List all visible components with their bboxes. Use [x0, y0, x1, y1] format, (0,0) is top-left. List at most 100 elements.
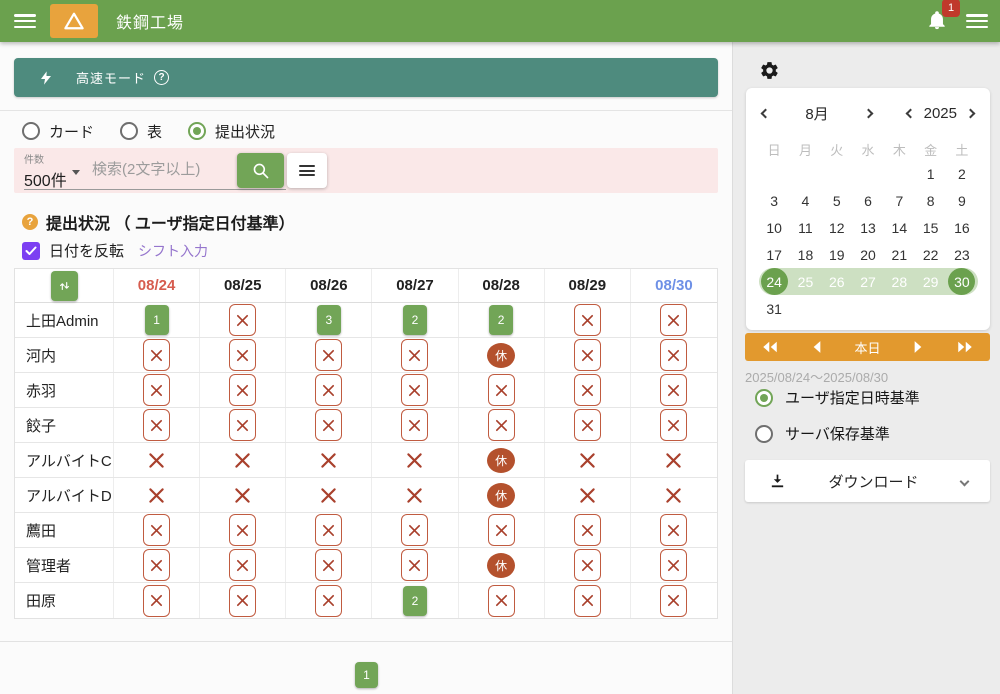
view-mode-option[interactable]: 表: [120, 121, 162, 142]
calendar-day[interactable]: 23: [946, 241, 977, 268]
rest-badge[interactable]: 休: [487, 483, 515, 508]
not-submitted-mark[interactable]: [320, 487, 337, 504]
not-submitted-mark[interactable]: [579, 487, 596, 504]
calendar-day[interactable]: 29: [915, 268, 946, 295]
not-submitted-mark[interactable]: [315, 374, 342, 406]
next-year-icon[interactable]: [966, 109, 976, 119]
not-submitted-mark[interactable]: [234, 487, 251, 504]
view-mode-option[interactable]: 提出状況: [188, 121, 275, 142]
not-submitted-mark[interactable]: [660, 549, 687, 581]
calendar-day[interactable]: 13: [852, 214, 883, 241]
not-submitted-mark[interactable]: [234, 452, 251, 469]
not-submitted-mark[interactable]: [406, 452, 423, 469]
calendar-day[interactable]: 20: [852, 241, 883, 268]
not-submitted-mark[interactable]: [574, 514, 601, 546]
count-badge[interactable]: 2: [403, 586, 427, 616]
section-help-icon[interactable]: ?: [22, 214, 38, 230]
not-submitted-mark[interactable]: [488, 585, 515, 617]
rest-badge[interactable]: 休: [487, 553, 515, 578]
count-badge[interactable]: 3: [317, 305, 341, 335]
calendar-day[interactable]: 4: [790, 187, 821, 214]
not-submitted-mark[interactable]: [574, 409, 601, 441]
not-submitted-mark[interactable]: [574, 339, 601, 371]
result-count-select[interactable]: 件数 500件: [24, 151, 67, 191]
not-submitted-mark[interactable]: [401, 514, 428, 546]
fast-forward-icon[interactable]: [956, 340, 974, 354]
count-badge[interactable]: 1: [145, 305, 169, 335]
gear-icon[interactable]: [759, 60, 780, 81]
not-submitted-mark[interactable]: [401, 549, 428, 581]
shift-entry-link[interactable]: シフト入力: [138, 241, 208, 261]
not-submitted-mark[interactable]: [148, 487, 165, 504]
not-submitted-mark[interactable]: [143, 339, 170, 371]
not-submitted-mark[interactable]: [143, 549, 170, 581]
not-submitted-mark[interactable]: [229, 549, 256, 581]
backward-icon[interactable]: [812, 340, 822, 354]
not-submitted-mark[interactable]: [574, 549, 601, 581]
not-submitted-mark[interactable]: [229, 374, 256, 406]
download-button[interactable]: ダウンロード: [745, 460, 990, 502]
list-options-button[interactable]: [287, 153, 327, 188]
search-button[interactable]: [237, 153, 284, 188]
calendar-day[interactable]: 18: [790, 241, 821, 268]
calendar-day[interactable]: 14: [884, 214, 915, 241]
calendar-day[interactable]: 9: [946, 187, 977, 214]
not-submitted-mark[interactable]: [143, 514, 170, 546]
not-submitted-mark[interactable]: [315, 339, 342, 371]
not-submitted-mark[interactable]: [143, 585, 170, 617]
basis-option-server[interactable]: サーバ保存基準: [755, 423, 890, 444]
fast-mode-banner[interactable]: 高速モード ?: [14, 58, 718, 97]
count-badge[interactable]: 2: [489, 305, 513, 335]
not-submitted-mark[interactable]: [229, 585, 256, 617]
search-input[interactable]: [90, 160, 230, 179]
calendar-day[interactable]: 6: [852, 187, 883, 214]
help-icon[interactable]: ?: [154, 70, 169, 85]
next-month-icon[interactable]: [864, 109, 874, 119]
calendar-day[interactable]: 19: [821, 241, 852, 268]
not-submitted-mark[interactable]: [143, 374, 170, 406]
calendar-day[interactable]: 24: [759, 268, 790, 295]
not-submitted-mark[interactable]: [488, 409, 515, 441]
not-submitted-mark[interactable]: [229, 409, 256, 441]
fast-backward-icon[interactable]: [761, 340, 779, 354]
rest-badge[interactable]: 休: [487, 448, 515, 473]
calendar-day[interactable]: 28: [884, 268, 915, 295]
not-submitted-mark[interactable]: [320, 452, 337, 469]
calendar-day[interactable]: 1: [915, 160, 946, 187]
calendar-day[interactable]: 21: [884, 241, 915, 268]
pagination-page-button[interactable]: 1: [355, 662, 378, 688]
forward-icon[interactable]: [913, 340, 923, 354]
not-submitted-mark[interactable]: [315, 549, 342, 581]
calendar-day[interactable]: 11: [790, 214, 821, 241]
calendar-day[interactable]: 12: [821, 214, 852, 241]
not-submitted-mark[interactable]: [406, 487, 423, 504]
prev-year-icon[interactable]: [905, 109, 915, 119]
not-submitted-mark[interactable]: [660, 514, 687, 546]
not-submitted-mark[interactable]: [660, 304, 687, 336]
not-submitted-mark[interactable]: [574, 304, 601, 336]
sort-button[interactable]: [51, 271, 78, 301]
not-submitted-mark[interactable]: [660, 409, 687, 441]
not-submitted-mark[interactable]: [488, 374, 515, 406]
not-submitted-mark[interactable]: [660, 585, 687, 617]
invert-dates-checkbox[interactable]: [22, 242, 40, 260]
today-button[interactable]: 本日: [854, 338, 880, 357]
overflow-menu-icon[interactable]: [966, 14, 988, 28]
not-submitted-mark[interactable]: [579, 452, 596, 469]
not-submitted-mark[interactable]: [574, 585, 601, 617]
calendar-day[interactable]: 3: [759, 187, 790, 214]
not-submitted-mark[interactable]: [488, 514, 515, 546]
not-submitted-mark[interactable]: [229, 339, 256, 371]
not-submitted-mark[interactable]: [574, 374, 601, 406]
not-submitted-mark[interactable]: [315, 514, 342, 546]
not-submitted-mark[interactable]: [148, 452, 165, 469]
not-submitted-mark[interactable]: [665, 452, 682, 469]
calendar-day[interactable]: 10: [759, 214, 790, 241]
calendar-day[interactable]: 8: [915, 187, 946, 214]
rest-badge[interactable]: 休: [487, 343, 515, 368]
not-submitted-mark[interactable]: [229, 514, 256, 546]
calendar-day[interactable]: 7: [884, 187, 915, 214]
not-submitted-mark[interactable]: [665, 487, 682, 504]
calendar-day[interactable]: 17: [759, 241, 790, 268]
not-submitted-mark[interactable]: [401, 339, 428, 371]
